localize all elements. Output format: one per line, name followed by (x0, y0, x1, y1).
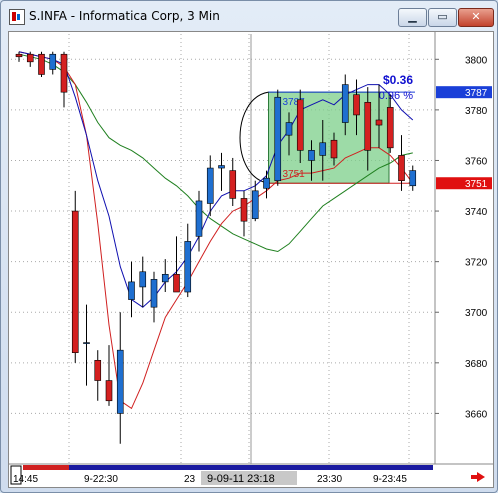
arrow-right-icon (471, 472, 485, 482)
candle-body (409, 170, 417, 187)
time-tick-label: 9-23:45 (373, 474, 407, 485)
candle-body (60, 53, 68, 93)
candle-body (105, 380, 113, 402)
candle-body (375, 119, 383, 126)
candle-body (173, 273, 180, 293)
time-tick-label: 14:45 (13, 474, 38, 485)
close-button[interactable]: ✕ (458, 8, 494, 27)
close-icon: ✕ (471, 10, 481, 23)
candle-body (330, 139, 338, 159)
candle-body (308, 150, 315, 161)
candle-body (26, 53, 34, 63)
price-tick-label: 3660 (465, 409, 488, 420)
title-bar[interactable]: S.INFA - Informatica Corp, 3 Min ▁ ▭ ✕ (1, 1, 497, 31)
candle-body (353, 94, 360, 116)
candle-body (139, 271, 147, 288)
window-title: S.INFA - Informatica Corp, 3 Min (29, 9, 220, 23)
candle-body (38, 53, 45, 75)
candle-body (341, 84, 349, 123)
candle-body (240, 198, 248, 222)
price-tick-label: 3780 (465, 106, 488, 117)
time-scrollbar-range (23, 465, 69, 470)
time-tick-label: 9-22:30 (84, 474, 118, 485)
price-tick-label: 3740 (465, 207, 488, 218)
candle-body (398, 155, 405, 182)
candle-body (94, 359, 102, 381)
cursor-time-label: 9-09-11 23:18 (207, 473, 275, 485)
grid (9, 32, 493, 465)
chart-window: S.INFA - Informatica Corp, 3 Min ▁ ▭ ✕ 3… (0, 0, 498, 493)
candle-body (83, 342, 90, 344)
time-axis[interactable]: 14:45 9-22:30 23 23:30 9-23:45 9-09-11 23:18 (10, 465, 485, 485)
candle-body (49, 53, 57, 70)
minimize-button[interactable]: ▁ (398, 8, 427, 27)
price-tick-label: 3720 (465, 258, 488, 269)
candle-body (263, 177, 270, 189)
maximize-icon: ▭ (437, 10, 448, 23)
candle-body (116, 349, 124, 414)
chart-area[interactable]: 3787 3751 $0.36 0.96 % 3800 3780 3760 3740 3720… (8, 31, 494, 488)
price-tick-label: 3680 (465, 359, 488, 370)
price-badge-high-label: 3787 (465, 88, 488, 99)
candle-body (229, 170, 237, 199)
candle-body (71, 210, 79, 354)
candles (15, 51, 417, 444)
measure-gain-label: $0.36 (383, 73, 413, 87)
time-tick-label: 23 (184, 474, 196, 485)
maximize-button[interactable]: ▭ (428, 8, 457, 27)
time-scrollbar-track (23, 465, 433, 470)
candle-body (251, 190, 259, 219)
candle-body (206, 167, 214, 204)
candle-body (386, 107, 394, 149)
measure-bracket-icon (239, 91, 269, 184)
price-tick-label: 3700 (465, 308, 488, 319)
minimize-icon: ▁ (408, 10, 417, 23)
candle-body (150, 279, 158, 308)
time-tick-label: 23:30 (317, 474, 342, 485)
price-badge-low-label: 3751 (465, 179, 488, 190)
chart-app-icon (9, 9, 25, 25)
candle-body (296, 99, 304, 151)
price-axis[interactable]: 3800 3780 3760 3740 3720 3700 3680 3660 3787 3751 (435, 55, 492, 420)
candle-body (285, 122, 293, 136)
price-chart[interactable]: 3787 3751 $0.36 0.96 % 3800 3780 3760 3740 3720… (9, 32, 493, 487)
candle-body (218, 165, 225, 169)
measure-gain-pct-label: 0.96 % (379, 90, 413, 102)
candle-body (195, 200, 203, 237)
candle-body (128, 281, 135, 300)
price-tick-label: 3800 (465, 55, 488, 66)
candle-body (15, 53, 23, 58)
candle-body (274, 96, 282, 182)
price-tick-label: 3760 (465, 156, 488, 167)
candle-body (184, 241, 192, 293)
candle-body (161, 273, 169, 283)
candle-body (319, 142, 327, 156)
candle-body (364, 101, 372, 151)
